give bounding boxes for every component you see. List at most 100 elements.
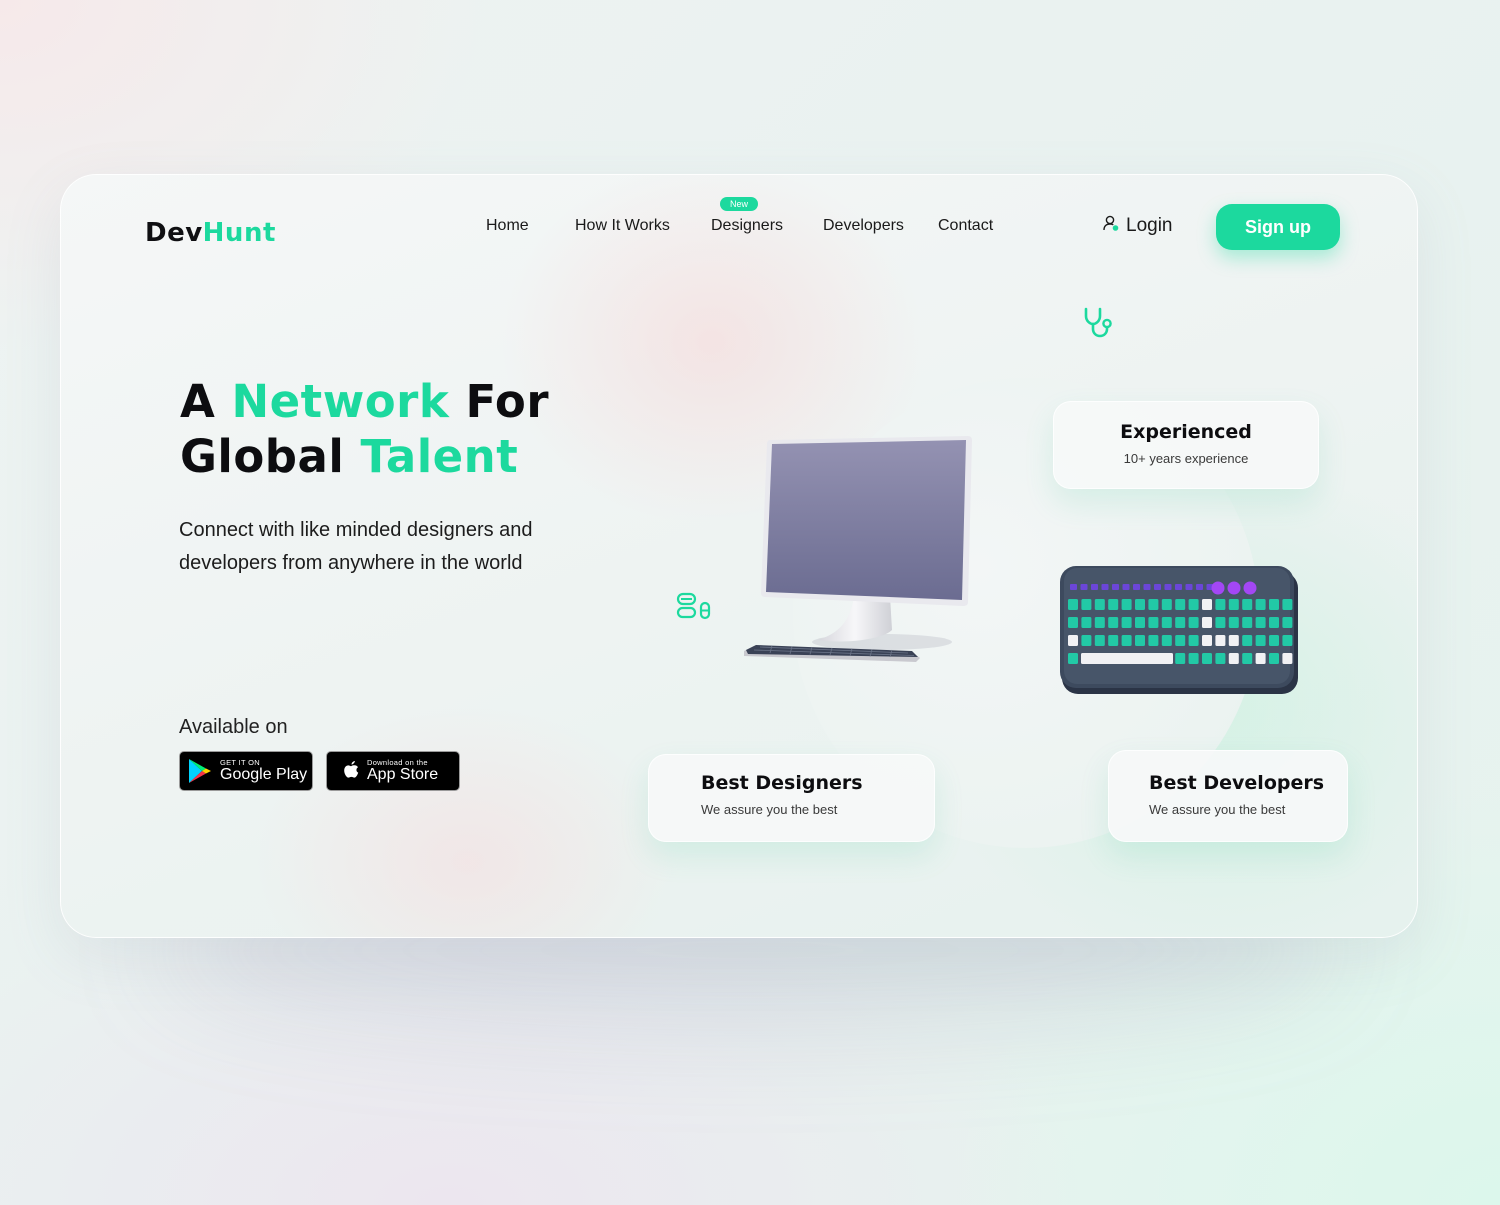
login-button[interactable]: Login [1102,214,1173,238]
user-icon [1102,214,1120,238]
app-store-button[interactable]: Download on the App Store [326,751,460,791]
title-word-network: Network [231,375,450,428]
keyboard-key [1242,653,1253,664]
google-play-icon [188,758,212,784]
keyboard-key [1070,584,1077,590]
keyboard-illustration [1056,562,1302,701]
keyboard-key [1255,635,1266,646]
keyboard-key [1228,599,1239,610]
title-word-a: A [180,375,216,428]
best-designers-title: Best Designers [701,772,863,794]
stethoscope-icon [1082,306,1116,345]
keyboard-key [1148,617,1159,628]
monitor-illustration [732,434,982,684]
keyboard-key [1135,635,1145,646]
hero-subtitle: Connect with like minded designers and d… [179,514,559,580]
keyboard-key [1121,617,1132,628]
keyboard-key [1215,635,1226,646]
keyboard-key [1081,653,1173,664]
keyboard-knob [1227,581,1241,595]
keyboard-knob [1243,581,1257,595]
keyboard-key [1068,599,1078,610]
title-word-for: For [465,375,550,428]
keyboard-key [1175,653,1186,664]
login-label: Login [1126,215,1173,236]
pills-icon [676,592,714,627]
keyboard-key [1215,617,1226,628]
keyboard-key [1122,584,1130,590]
google-play-button[interactable]: GET IT ON Google Play [179,751,313,791]
keyboard-key [1121,599,1132,610]
keyboard-key [1228,653,1239,664]
title-word-global: Global [180,430,345,483]
keyboard-key [1242,635,1253,646]
keyboard-key [1242,617,1253,628]
available-on-label: Available on [179,716,288,738]
keyboard-key [1133,584,1140,590]
keyboard-key [1202,617,1212,628]
keyboard-key [1081,599,1092,610]
experienced-title: Experienced [1120,421,1252,443]
experienced-card: Experienced 10+ years experience [1053,401,1319,489]
google-play-small: GET IT ON [220,757,260,767]
keyboard-key [1164,584,1172,590]
keyboard-key [1269,653,1279,664]
keyboard-key [1196,584,1203,590]
google-play-big: Google Play [220,766,308,784]
experienced-sub: 10+ years experience [1123,451,1249,466]
keyboard-key [1148,635,1159,646]
brand-logo[interactable]: DevHunt [145,218,276,248]
keyboard-key [1255,653,1266,664]
nav-home[interactable]: Home [486,217,529,235]
keyboard-key [1094,617,1105,628]
best-developers-card: Best Developers We assure you the best [1108,750,1348,842]
best-designers-sub: We assure you the best [701,802,838,817]
keyboard-key [1081,635,1092,646]
keyboard-key [1215,653,1226,664]
title-word-talent: Talent [360,430,519,483]
keyboard-knob [1211,581,1225,595]
keyboard-key [1269,617,1279,628]
keyboard-key [1188,635,1199,646]
keyboard-key [1101,584,1109,590]
keyboard-key [1255,617,1266,628]
keyboard-key [1081,617,1092,628]
keyboard-key [1068,653,1078,664]
keyboard-key [1091,584,1098,590]
keyboard-key [1112,584,1119,590]
keyboard-key [1148,599,1159,610]
brand-part-hunt: Hunt [202,218,276,248]
nav-contact[interactable]: Contact [938,217,993,235]
keyboard-key [1269,599,1279,610]
keyboard-key [1175,635,1186,646]
subtitle-line-2: developers from anywhere in the world [179,552,523,574]
nav-developers[interactable]: Developers [823,217,904,235]
keyboard-key [1068,617,1078,628]
keyboard-key [1202,653,1212,664]
keyboard-key [1108,635,1119,646]
keyboard-key [1202,599,1212,610]
keyboard-key [1242,599,1253,610]
keyboard-key [1135,617,1145,628]
best-designers-card: Best Designers We assure you the best [648,754,935,842]
keyboard-key [1121,635,1132,646]
keyboard-key [1282,635,1293,646]
keyboard-key [1185,584,1193,590]
signup-button[interactable]: Sign up [1216,204,1340,250]
best-developers-sub: We assure you the best [1149,802,1286,817]
keyboard-key [1175,599,1186,610]
nav-how-it-works[interactable]: How It Works [575,217,670,235]
landing-card: DevHunt Home How It Works Designers Deve… [60,174,1418,938]
keyboard-key [1202,635,1212,646]
keyboard-key [1094,635,1105,646]
new-badge: New [720,197,758,211]
keyboard-key [1188,617,1199,628]
nav-designers[interactable]: Designers [711,217,783,235]
app-store-big: App Store [367,766,439,784]
keyboard-key [1228,617,1239,628]
keyboard-key [1228,635,1239,646]
keyboard-key [1161,635,1172,646]
keyboard-key [1094,599,1105,610]
keyboard-key [1269,635,1279,646]
keyboard-key [1282,617,1293,628]
